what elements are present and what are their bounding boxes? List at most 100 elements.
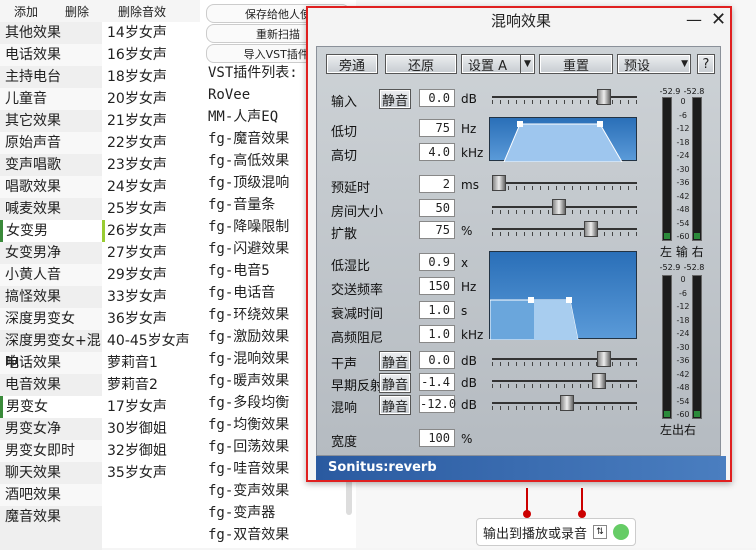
preset-category-item[interactable]: 男变女即时 [0,440,102,462]
reverb-panel: 旁通 还原 设置 A ▼ 重置 预设 ▼ ? 输入 静音 0.0 dB 低切 75 … [316,46,721,456]
delete-effect-button[interactable]: 删除音效 [102,0,182,22]
preset-category-item[interactable]: 儿童音 [0,88,102,110]
preset-voice-item[interactable]: 萝莉音1 [102,352,200,374]
reset-button[interactable]: 重置 [539,54,613,74]
preset-voice-item[interactable]: 26岁女声 [102,220,200,242]
preset-voice-item[interactable]: 萝莉音2 [102,374,200,396]
preset-category-item[interactable]: 其它效果 [0,110,102,132]
predelay-value[interactable]: 2 [419,175,455,193]
decay-curve [489,297,579,341]
enable-toggle[interactable] [613,524,630,540]
preset-category-item[interactable]: 搞怪效果 [0,286,102,308]
minimize-button[interactable]: — [686,10,702,29]
preset-category-item[interactable]: 男变女净 [0,418,102,440]
preset-category-item[interactable]: 小黄人音 [0,264,102,286]
preset-category-item[interactable]: 电话效果 [0,352,102,374]
add-button[interactable]: 添加 [0,0,52,22]
dry-slider[interactable] [492,351,637,367]
input-value[interactable]: 0.0 [419,89,455,107]
plugin-item[interactable]: fg-变声效果 [208,480,350,502]
preset-category-item[interactable]: 魔音效果 [0,506,102,528]
lowmix-value[interactable]: 0.9 [419,253,455,271]
preset-voice-item[interactable]: 24岁女声 [102,176,200,198]
close-button[interactable]: ✕ [711,9,726,30]
spread-value[interactable]: 75 [419,221,455,239]
preset-category-item[interactable]: 酒吧效果 [0,484,102,506]
early-mute-button[interactable]: 静音 [379,373,411,393]
width-value[interactable]: 100 [419,429,455,447]
preset-voice-item[interactable]: 17岁女声 [102,396,200,418]
route-node[interactable] [578,510,586,518]
preset-category-item[interactable]: 女变男净 [0,242,102,264]
preset-voice-item[interactable]: 29岁女声 [102,264,200,286]
preset-voice-item[interactable]: 35岁女声 [102,462,200,484]
preset-category-item[interactable]: 聊天效果 [0,462,102,484]
crossover-value[interactable]: 150 [419,277,455,295]
preset-category-item[interactable]: 女变男 [0,220,102,242]
restore-button[interactable]: 还原 [385,54,457,74]
crossover-label: 交送频率 [331,283,384,298]
preset-voice-item[interactable]: 22岁女声 [102,132,200,154]
meter-tick-label: -6 [679,288,687,298]
preset-voice-item[interactable]: 16岁女声 [102,44,200,66]
preset-category-item[interactable]: 电话效果 [0,44,102,66]
meter-tick-label: -36 [676,356,690,365]
preset-category-item[interactable]: 唱歌效果 [0,176,102,198]
input-mute-button[interactable]: 静音 [379,89,411,109]
predelay-slider[interactable] [492,175,637,191]
plugin-item[interactable]: fg-变声器 [208,502,350,524]
bypass-button[interactable]: 旁通 [326,54,378,74]
preset-voice-item[interactable]: 27岁女声 [102,242,200,264]
setting-select[interactable]: 设置 A ▼ [461,54,535,74]
eq-graph[interactable] [489,117,637,163]
preset-voice-item[interactable]: 33岁女声 [102,286,200,308]
preset-category-item[interactable]: 男变女 [0,396,102,418]
preset-voice-item[interactable]: 23岁女声 [102,154,200,176]
preset-category-item[interactable]: 主持电台 [0,66,102,88]
meter-tick-label: -36 [676,178,690,187]
reverb-value[interactable]: -12.0 [419,395,456,413]
settings-icon[interactable]: ⇅ [593,525,608,539]
meter-tick-label: -42 [676,369,690,379]
reverb-slider[interactable] [492,395,637,411]
hfdamp-value[interactable]: 1.0 [419,325,455,343]
early-value[interactable]: -1.4 [419,373,455,391]
lowcut-value[interactable]: 75 [419,119,455,137]
preset-category-item[interactable]: 深度男变女+混响 [0,330,102,371]
preset-voice-item[interactable]: 30岁御姐 [102,418,200,440]
preset-category-item[interactable]: 其他效果 [0,22,102,44]
roomsize-slider[interactable] [492,199,637,215]
roomsize-value[interactable]: 50 [419,199,455,217]
route-node[interactable] [523,510,531,518]
preset-voice-item[interactable]: 40-45岁女声 [102,330,200,352]
preset-select[interactable]: 预设 ▼ [617,54,691,74]
input-slider[interactable] [492,89,637,105]
preset-category-item[interactable]: 原始声音 [0,132,102,154]
preset-category-item[interactable]: 喊麦效果 [0,198,102,220]
preset-voice-item[interactable]: 18岁女声 [102,66,200,88]
input-meter-left [662,97,672,241]
output-node[interactable]: 输出到播放或录音 ⇅ [476,518,636,546]
meter-tick-label: -18 [676,315,690,325]
preset-voice-item[interactable]: 21岁女声 [102,110,200,132]
preset-category-item[interactable]: 深度男变女 [0,308,102,330]
spread-slider[interactable] [492,221,637,237]
preset-voice-item[interactable]: 20岁女声 [102,88,200,110]
help-button[interactable]: ? [697,54,715,74]
decay-value[interactable]: 1.0 [419,301,455,319]
plugin-item[interactable]: fg-双音效果 [208,524,350,546]
dry-mute-button[interactable]: 静音 [379,351,411,371]
preset-category-item[interactable]: 变声唱歌 [0,154,102,176]
preset-voice-item[interactable]: 32岁御姐 [102,440,200,462]
predelay-label: 预延时 [331,181,371,196]
dry-value[interactable]: 0.0 [419,351,455,369]
delete-button[interactable]: 删除 [52,0,102,22]
decay-graph[interactable] [489,251,637,341]
early-slider[interactable] [492,373,637,389]
preset-voice-item[interactable]: 25岁女声 [102,198,200,220]
preset-voice-item[interactable]: 14岁女声 [102,22,200,44]
preset-voice-item[interactable]: 36岁女声 [102,308,200,330]
reverb-mute-button[interactable]: 静音 [379,395,411,415]
highcut-value[interactable]: 4.0 [419,143,455,161]
preset-category-item[interactable]: 电音效果 [0,374,102,396]
